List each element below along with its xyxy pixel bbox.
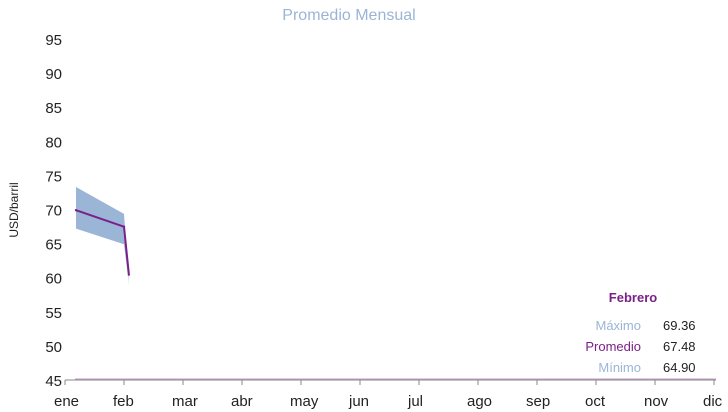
x-tick-label: feb: [113, 393, 134, 410]
x-tick-label: jun: [348, 393, 369, 410]
y-tick-label: 70: [45, 203, 62, 220]
annotation-label: Máximo: [595, 318, 641, 333]
x-tick-label: abr: [231, 393, 253, 410]
x-tick-label: ago: [467, 393, 492, 410]
annotation-value: 69.36: [663, 318, 696, 333]
chart: Promedio Mensual USD/barril 45 50 55 60 65 70…: [7, 7, 723, 410]
annotation-value: 67.48: [663, 339, 696, 354]
y-tick-label: 65: [45, 237, 62, 254]
annotation-value: 64.90: [663, 360, 696, 375]
series-point: [74, 208, 78, 212]
y-tick-label: 90: [45, 66, 62, 83]
y-tick-label: 60: [45, 271, 62, 288]
y-tick-label: 80: [45, 134, 62, 151]
plot-area: 45 50 55 60 65 70 75 80 85 90 95 ene feb mar abr may jun…: [45, 32, 722, 410]
x-tick-label: ene: [54, 393, 79, 410]
y-tick-label: 55: [45, 305, 62, 322]
y-tick-label: 85: [45, 100, 62, 117]
annotation-label: Mínimo: [598, 360, 641, 375]
y-tick-label: 45: [45, 373, 62, 390]
annotation-heading: Febrero: [609, 290, 657, 305]
y-axis-label: USD/barril: [7, 182, 21, 237]
x-tick-label: dic: [703, 393, 723, 410]
x-tick-label: mar: [172, 393, 198, 410]
y-tick-label: 95: [45, 32, 62, 49]
chart-title: Promedio Mensual: [282, 7, 415, 24]
y-tick-label: 75: [45, 168, 62, 185]
x-tick-label: jul: [407, 393, 423, 410]
series-point: [122, 225, 126, 228]
x-tick-label: oct: [585, 393, 606, 410]
x-tick-label: may: [290, 393, 319, 410]
x-tick-label: nov: [644, 393, 669, 410]
y-tick-label: 50: [45, 339, 62, 356]
annotation-label: Promedio: [585, 339, 641, 354]
x-tick-label: sep: [526, 393, 550, 410]
range-band: [76, 186, 129, 286]
